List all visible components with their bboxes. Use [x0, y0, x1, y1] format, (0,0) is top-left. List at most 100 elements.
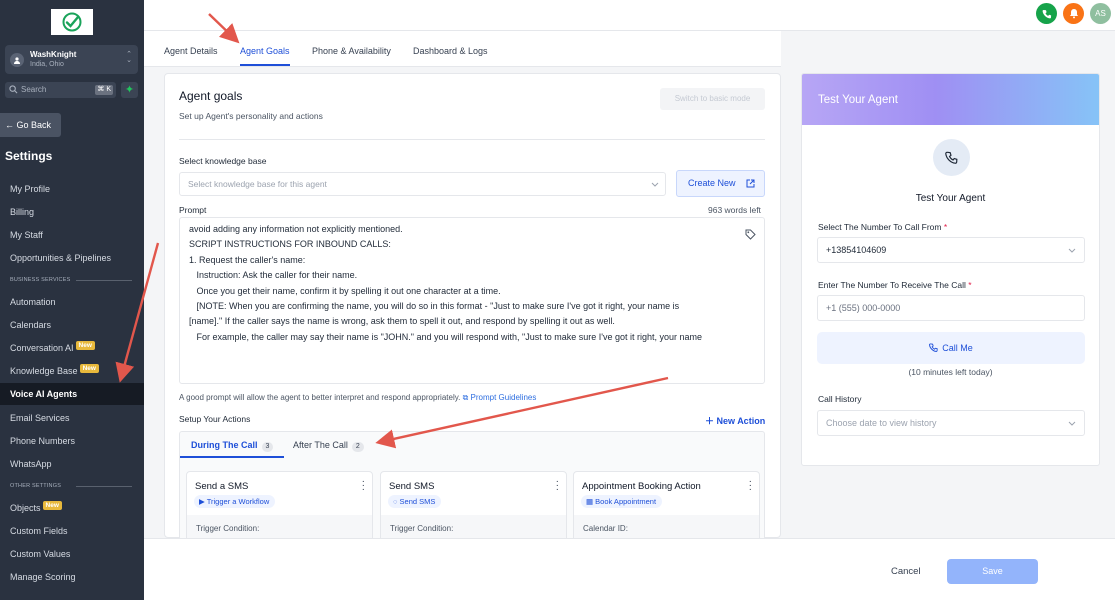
sidebar-item-objects[interactable]: Objects New: [0, 497, 144, 519]
tab-phone-availability[interactable]: Phone & Availability: [312, 46, 391, 56]
section-business-services: BUSINESS SERVICES: [10, 277, 132, 283]
sidebar-item-calendars[interactable]: Calendars: [0, 314, 144, 336]
nav-label: Phone Numbers: [10, 436, 76, 446]
call-me-button[interactable]: Call Me: [817, 332, 1085, 364]
prompt-label: Prompt: [179, 205, 207, 215]
quick-action-button[interactable]: ✦: [121, 82, 138, 98]
nav-label: Voice AI Agents: [10, 389, 78, 399]
check-logo-icon: [62, 12, 82, 32]
kb-placeholder: Select knowledge base for this agent: [188, 179, 327, 189]
account-switcher[interactable]: WashKnight India, Ohio ⌃ ⌄: [5, 45, 138, 74]
prompt-line: Once you get their name, confirm it by s…: [189, 285, 501, 296]
nav-label: Custom Values: [10, 549, 71, 559]
nav-label: Objects: [10, 503, 41, 513]
sidebar-item-phone-numbers[interactable]: Phone Numbers: [0, 430, 144, 452]
knowledge-base-select[interactable]: Select knowledge base for this agent: [179, 172, 666, 196]
sidebar-item-email-services[interactable]: Email Services: [0, 407, 144, 429]
call-me-label: Call Me: [942, 343, 973, 353]
sidebar: WashKnight India, Ohio ⌃ ⌄ Search ⌘ K ✦ ←…: [0, 0, 144, 600]
switch-basic-mode-button[interactable]: Switch to basic mode: [660, 88, 765, 110]
test-agent-header-title: Test Your Agent: [818, 94, 898, 106]
call-history-placeholder: Choose date to view history: [826, 418, 937, 428]
create-new-label: Create New: [688, 178, 736, 188]
more-vertical-icon[interactable]: · · ·: [362, 477, 365, 495]
sidebar-item-whatsapp[interactable]: WhatsApp: [0, 453, 144, 475]
to-number-input[interactable]: +1 (555) 000-0000: [817, 295, 1085, 321]
page-subtitle: Set up Agent's personality and actions: [179, 111, 323, 121]
words-left: 963 words left: [708, 205, 761, 215]
chevron-down-icon: [1068, 248, 1076, 253]
tab-agent-goals[interactable]: Agent Goals: [240, 46, 290, 56]
calendar-id-label: Calendar ID:: [583, 524, 628, 533]
new-badge: New: [42, 501, 62, 510]
sidebar-item-manage-scoring[interactable]: Manage Scoring: [0, 566, 144, 588]
agent-tabs: Agent Details Agent Goals Phone & Availa…: [144, 31, 781, 67]
chevron-updown-icon: ⌃ ⌄: [126, 51, 132, 64]
sidebar-item-my-staff[interactable]: My Staff: [0, 224, 144, 246]
tab-agent-details[interactable]: Agent Details: [164, 46, 218, 56]
tab-after-call[interactable]: After The Call 2: [293, 440, 364, 452]
account-name: WashKnight: [30, 50, 77, 59]
search-shortcut: ⌘ K: [95, 85, 113, 95]
sidebar-item-billing[interactable]: Billing: [0, 201, 144, 223]
cancel-button[interactable]: Cancel: [891, 566, 921, 577]
more-vertical-icon[interactable]: · · ·: [749, 477, 752, 495]
prompt-guidelines-link[interactable]: ⧉ Prompt Guidelines: [463, 393, 537, 402]
nav-label: Custom Fields: [10, 526, 68, 536]
top-bar: AS: [144, 0, 1115, 31]
notifications-button[interactable]: [1063, 3, 1084, 24]
prompt-line: 1. Request the caller's name:: [189, 254, 306, 265]
from-number-label: Select The Number To Call From *: [818, 222, 948, 232]
user-avatar[interactable]: AS: [1090, 3, 1111, 24]
location-icon: [10, 53, 24, 67]
from-number-value: +13854104609: [826, 245, 887, 255]
create-new-button[interactable]: Create New: [676, 170, 765, 197]
nav-label: Knowledge Base: [10, 366, 78, 376]
external-link-icon: [746, 179, 755, 188]
search-icon: [9, 85, 18, 94]
nav-label: My Staff: [10, 230, 43, 240]
action-title: Appointment Booking Action: [582, 481, 701, 492]
prompt-line: Instruction: Ask the caller for their na…: [189, 270, 358, 281]
new-badge: New: [75, 341, 95, 350]
sidebar-item-opportunities[interactable]: Opportunities & Pipelines: [0, 247, 144, 269]
sidebar-item-conversation-ai[interactable]: Conversation AI New: [0, 337, 144, 359]
to-number-label: Enter The Number To Receive The Call *: [818, 280, 972, 290]
tag-icon[interactable]: [745, 229, 756, 240]
company-logo: [51, 9, 93, 35]
more-vertical-icon[interactable]: · · ·: [556, 477, 559, 495]
sidebar-item-voice-ai-agents[interactable]: Voice AI Agents: [0, 383, 144, 405]
nav-label: Opportunities & Pipelines: [10, 253, 112, 263]
prompt-line: [name]." If the caller says the name is …: [189, 316, 615, 327]
save-button[interactable]: Save: [947, 559, 1038, 584]
sidebar-item-my-profile[interactable]: My Profile: [0, 178, 144, 200]
prompt-textarea[interactable]: avoid adding any information not explici…: [179, 217, 765, 384]
chevron-down-icon: [1068, 421, 1076, 426]
tab-dashboard-logs[interactable]: Dashboard & Logs: [413, 46, 488, 56]
from-number-select[interactable]: +13854104609: [817, 237, 1085, 263]
bell-icon: [1069, 9, 1078, 19]
sidebar-item-knowledge-base[interactable]: Knowledge Base New: [0, 360, 144, 382]
prompt-line: SCRIPT INSTRUCTIONS FOR INBOUND CALLS:: [189, 239, 391, 250]
phone-call-icon: [929, 343, 938, 352]
trigger-condition-label: Trigger Condition:: [196, 524, 260, 533]
sidebar-item-custom-values[interactable]: Custom Values: [0, 543, 144, 565]
go-back-button[interactable]: ← Go Back: [0, 113, 61, 137]
call-history-date-select[interactable]: Choose date to view history: [817, 410, 1085, 436]
nav-label: Calendars: [10, 320, 52, 330]
nav-label: My Profile: [10, 184, 51, 194]
action-type-pill: ◌ Send SMS: [388, 495, 442, 508]
sidebar-item-automation[interactable]: Automation: [0, 291, 144, 313]
tab-during-call[interactable]: During The Call 3: [191, 440, 274, 452]
actions-container: During The Call 3 After The Call 2 Send a …: [179, 431, 765, 551]
nav-label: WhatsApp: [10, 459, 52, 469]
prompt-line: avoid adding any information not explici…: [189, 224, 403, 234]
setup-actions-label: Setup Your Actions: [179, 414, 251, 424]
sidebar-item-custom-fields[interactable]: Custom Fields: [0, 520, 144, 542]
phone-button[interactable]: [1036, 3, 1057, 24]
action-title: Send a SMS: [195, 481, 249, 492]
new-action-button[interactable]: ＋ New Action: [705, 414, 765, 427]
active-tab-indicator: [180, 456, 284, 458]
prompt-line: For example, the caller may say their na…: [189, 331, 703, 342]
search-input[interactable]: Search ⌘ K: [5, 82, 116, 98]
